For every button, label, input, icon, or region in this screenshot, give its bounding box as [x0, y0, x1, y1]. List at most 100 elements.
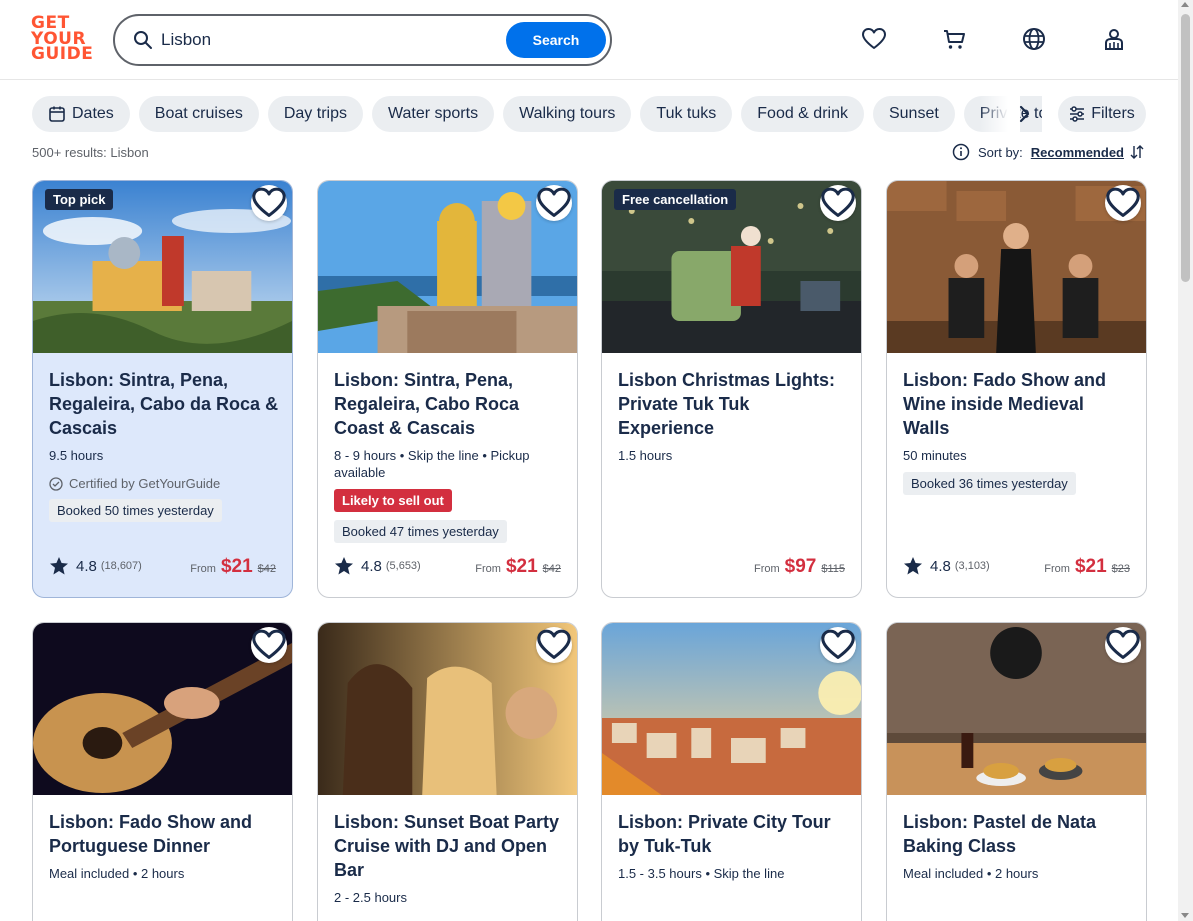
chevron-right-icon[interactable] — [1012, 102, 1036, 126]
chip-water-sports[interactable]: Water sports — [371, 96, 495, 132]
search-bar: Search — [113, 14, 612, 66]
activity-image — [318, 623, 577, 795]
activity-card[interactable]: Lisbon: Private City Tour by Tuk-Tuk 1.5… — [601, 622, 862, 921]
likely-to-sell-out-badge: Likely to sell out — [334, 489, 452, 512]
activity-meta: 8 - 9 hours • Skip the line • Pickup ava… — [334, 448, 530, 480]
wishlist-button[interactable] — [536, 627, 572, 663]
filters-label: Filters — [1091, 105, 1135, 122]
activity-image — [318, 181, 577, 353]
rating-value: 4.8 — [76, 557, 97, 575]
language-globe-icon[interactable] — [1021, 26, 1047, 52]
activity-title[interactable]: Lisbon: Sunset Boat Party Cruise with DJ… — [334, 810, 565, 882]
page-scrollbar[interactable] — [1178, 0, 1193, 921]
wishlist-heart-icon[interactable] — [861, 26, 887, 52]
search-icon — [134, 31, 152, 49]
chip-label: Dates — [72, 105, 114, 122]
getyourguide-logo[interactable]: GET YOUR GUIDE — [31, 15, 94, 64]
price-current: $21 — [1074, 556, 1107, 577]
filter-sliders-icon — [1070, 106, 1085, 122]
activity-image — [602, 623, 861, 795]
activity-card[interactable]: Lisbon: Fado Show and Portuguese Dinner … — [32, 622, 293, 921]
chip-tuk-tuks[interactable]: Tuk tuks — [640, 96, 733, 132]
activity-title[interactable]: Lisbon: Sintra, Pena, Regaleira, Cabo da… — [49, 368, 280, 440]
price-current: $97 — [784, 556, 817, 577]
sort-dropdown[interactable]: Recommended — [1031, 145, 1124, 160]
activity-meta: 1.5 hours — [618, 448, 673, 463]
wishlist-button[interactable] — [1105, 627, 1141, 663]
activity-card[interactable]: Free cancellation Lisbon Christmas Light… — [601, 180, 862, 598]
activity-card[interactable]: Lisbon: Fado Show and Wine inside Mediev… — [886, 180, 1147, 598]
activity-image — [887, 623, 1146, 795]
certified-label: Certified by GetYourGuide — [49, 476, 280, 491]
review-count: (5,653) — [385, 560, 421, 572]
rating: 4.8 (3,103) — [903, 556, 990, 576]
activity-meta: Meal included • 2 hours — [49, 866, 185, 881]
scrollbar-thumb[interactable] — [1181, 14, 1190, 282]
activity-image: Top pick — [33, 181, 292, 353]
activity-card[interactable]: Lisbon: Sunset Boat Party Cruise with DJ… — [317, 622, 578, 921]
activity-meta: 9.5 hours — [49, 448, 104, 463]
activity-title[interactable]: Lisbon: Fado Show and Portuguese Dinner — [49, 810, 280, 858]
scroll-down-icon[interactable] — [1181, 913, 1189, 918]
free-cancellation-badge: Free cancellation — [614, 189, 737, 210]
heart-icon — [537, 187, 571, 217]
top-pick-badge: Top pick — [45, 189, 114, 210]
price: From $97 $115 — [754, 556, 845, 578]
wishlist-button[interactable] — [1105, 185, 1141, 221]
chip-boat-cruises[interactable]: Boat cruises — [138, 96, 259, 132]
price-from: From — [1044, 563, 1070, 575]
chip-food-drink[interactable]: Food & drink — [741, 96, 864, 132]
price-original: $42 — [542, 563, 561, 575]
star-icon — [50, 557, 68, 575]
sort-arrows-icon[interactable] — [1129, 144, 1145, 160]
rating-value: 4.8 — [930, 557, 951, 575]
star-icon — [904, 557, 922, 575]
top-header: GET YOUR GUIDE Search — [0, 0, 1178, 80]
sort-control: Sort by: Recommended — [952, 143, 1145, 161]
chip-walking-tours[interactable]: Walking tours — [503, 96, 632, 132]
activity-card[interactable]: Lisbon: Pastel de Nata Baking Class Meal… — [886, 622, 1147, 921]
activity-title[interactable]: Lisbon Christmas Lights: Private Tuk Tuk… — [618, 368, 849, 440]
activity-image — [887, 181, 1146, 353]
search-input[interactable] — [161, 26, 491, 54]
booked-badge: Booked 50 times yesterday — [49, 499, 222, 522]
certified-check-icon — [49, 476, 63, 491]
price-original: $42 — [257, 563, 276, 575]
wishlist-button[interactable] — [251, 627, 287, 663]
activity-title[interactable]: Lisbon: Private City Tour by Tuk-Tuk — [618, 810, 849, 858]
heart-icon — [821, 187, 855, 217]
chip-sunset[interactable]: Sunset — [872, 96, 955, 132]
activity-card[interactable]: Top pick Lisbon: Sintra, Pena, Regaleira… — [32, 180, 293, 598]
activity-card[interactable]: Lisbon: Sintra, Pena, Regaleira, Cabo Ro… — [317, 180, 578, 598]
results-count: 500+ results: Lisbon — [32, 145, 149, 160]
review-count: (3,103) — [954, 560, 990, 572]
info-icon[interactable] — [952, 143, 970, 161]
account-icon[interactable] — [1101, 26, 1127, 52]
price: From $21 $23 — [1044, 556, 1130, 578]
activity-image: Free cancellation — [602, 181, 861, 353]
heart-icon — [821, 629, 855, 659]
price-current: $21 — [220, 556, 253, 577]
wishlist-button[interactable] — [251, 185, 287, 221]
activity-title[interactable]: Lisbon: Sintra, Pena, Regaleira, Cabo Ro… — [334, 368, 565, 440]
activity-title[interactable]: Lisbon: Pastel de Nata Baking Class — [903, 810, 1134, 858]
chip-day-trips[interactable]: Day trips — [267, 96, 363, 132]
price: From $21 $42 — [190, 556, 276, 578]
activity-title[interactable]: Lisbon: Fado Show and Wine inside Mediev… — [903, 368, 1134, 440]
chip-dates[interactable]: Dates — [32, 96, 130, 132]
cart-icon[interactable] — [941, 26, 967, 52]
wishlist-button[interactable] — [820, 185, 856, 221]
activity-meta: 2 - 2.5 hours — [334, 890, 407, 905]
search-button[interactable]: Search — [506, 22, 606, 58]
rating: 4.8 (5,653) — [334, 556, 421, 576]
price-from: From — [475, 563, 501, 575]
scroll-up-icon[interactable] — [1181, 2, 1189, 7]
filters-button[interactable]: Filters — [1058, 96, 1146, 132]
wishlist-button[interactable] — [820, 627, 856, 663]
logo-line-3: GUIDE — [31, 44, 94, 64]
heart-icon — [252, 187, 286, 217]
wishlist-button[interactable] — [536, 185, 572, 221]
heart-icon — [1106, 187, 1140, 217]
price-original: $23 — [1111, 563, 1130, 575]
heart-icon — [1106, 629, 1140, 659]
